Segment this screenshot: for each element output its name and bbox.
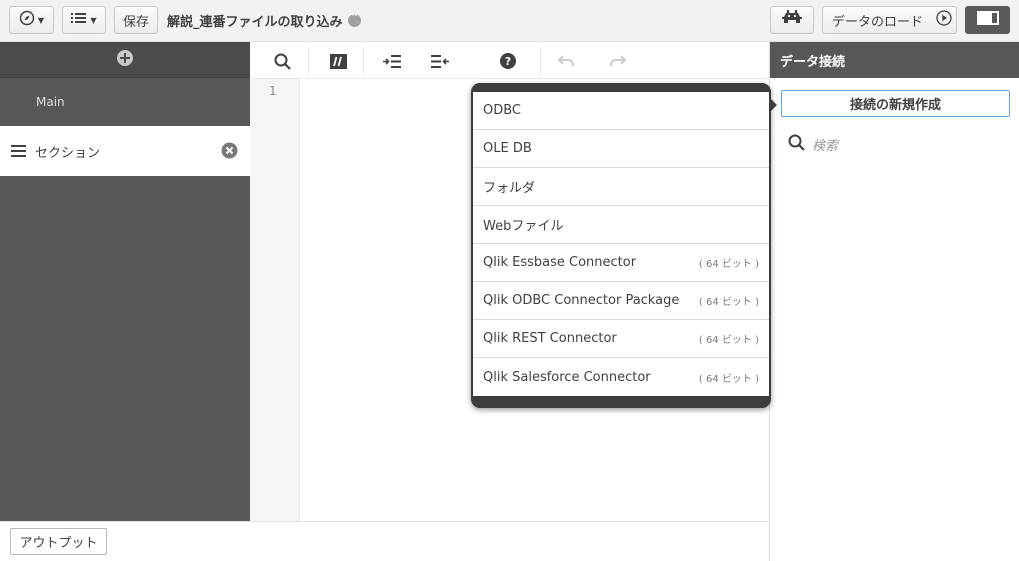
chevron-down-icon: ▼ (90, 15, 97, 25)
search-icon (788, 134, 805, 155)
bitness-label: ( 64 ビット ) (698, 373, 759, 385)
view-toggle-icon (976, 11, 999, 29)
play-icon (936, 10, 952, 30)
load-data-button[interactable]: データのロード (822, 6, 957, 34)
load-data-label: データのロード (832, 14, 924, 30)
section-label: セクション (35, 145, 101, 161)
create-connection-button[interactable]: 接続の新規作成 (781, 90, 1010, 117)
add-icon (116, 49, 134, 71)
menu-item-salesforce[interactable]: Qlik Salesforce Connector( 64 ビット ) (473, 358, 769, 396)
redo-icon[interactable] (608, 51, 628, 71)
editor-toolbar: ? (250, 42, 769, 79)
line-gutter: 1 (250, 79, 300, 521)
menu-item-folder[interactable]: フォルダ (473, 168, 769, 206)
debug-icon (781, 10, 803, 30)
output-button[interactable]: アウトプット (10, 528, 107, 555)
section-label: Main (36, 95, 65, 109)
data-connections-panel: データ接続 接続の新規作成 検索 (769, 42, 1019, 561)
help-icon[interactable]: ? (498, 51, 518, 71)
outdent-icon[interactable] (430, 51, 450, 71)
menu-item-web-file[interactable]: Webファイル (473, 206, 769, 244)
debug-button[interactable] (770, 6, 814, 34)
hamburger-icon[interactable] (11, 145, 26, 157)
bitness-label: ( 64 ビット ) (698, 335, 759, 346)
menu-item-oledb[interactable]: OLE DB (473, 130, 769, 168)
sections-panel: Main セクション (0, 42, 250, 521)
menu-item-odbc[interactable]: ODBC (473, 92, 769, 130)
comment-icon[interactable] (328, 51, 348, 71)
menu-item-rest[interactable]: Qlik REST Connector( 64 ビット ) (473, 320, 769, 358)
global-menu-button[interactable]: ▼ (62, 6, 106, 34)
navigation-button[interactable]: ▼ (9, 6, 54, 34)
connection-search[interactable]: 検索 (788, 134, 838, 155)
app-title: 解説_連番ファイルの取り込み (167, 10, 361, 30)
app-title-text: 解説_連番ファイルの取り込み (167, 15, 343, 30)
save-button[interactable]: 保存 (114, 6, 158, 34)
compass-icon (19, 10, 35, 30)
popover-arrow (769, 97, 777, 113)
more-icon[interactable] (347, 10, 361, 27)
add-section-button[interactable] (0, 42, 250, 78)
panel-title: データ接続 (770, 42, 1019, 78)
list-icon (71, 11, 87, 29)
svg-text:?: ? (505, 55, 511, 68)
section-item-active[interactable]: セクション (0, 126, 250, 176)
menu-item-odbc-package[interactable]: Qlik ODBC Connector Package( 64 ビット ) (473, 282, 769, 320)
bitness-label: ( 64 ビット ) (698, 297, 759, 308)
undo-icon[interactable] (556, 51, 576, 71)
view-toggle-button[interactable] (965, 6, 1010, 34)
top-toolbar: ▼ ▼ 保存 解説_連番ファイルの取り込み データのロード (0, 0, 1019, 42)
connection-type-list: ODBC OLE DB フォルダ Webファイル Qlik Essbase Co… (473, 92, 769, 396)
section-item-main[interactable]: Main (0, 78, 250, 126)
bitness-label: ( 64 ビット ) (698, 259, 759, 270)
menu-item-essbase[interactable]: Qlik Essbase Connector( 64 ビット ) (473, 244, 769, 282)
chevron-down-icon: ▼ (37, 15, 45, 25)
bottom-bar: アウトプット (0, 521, 769, 561)
indent-icon[interactable] (382, 51, 402, 71)
line-number: 1 (269, 84, 277, 98)
search-placeholder: 検索 (812, 139, 839, 154)
connection-type-menu: ODBC OLE DB フォルダ Webファイル Qlik Essbase Co… (471, 83, 771, 408)
search-icon[interactable] (272, 51, 292, 71)
close-icon[interactable] (221, 142, 238, 163)
